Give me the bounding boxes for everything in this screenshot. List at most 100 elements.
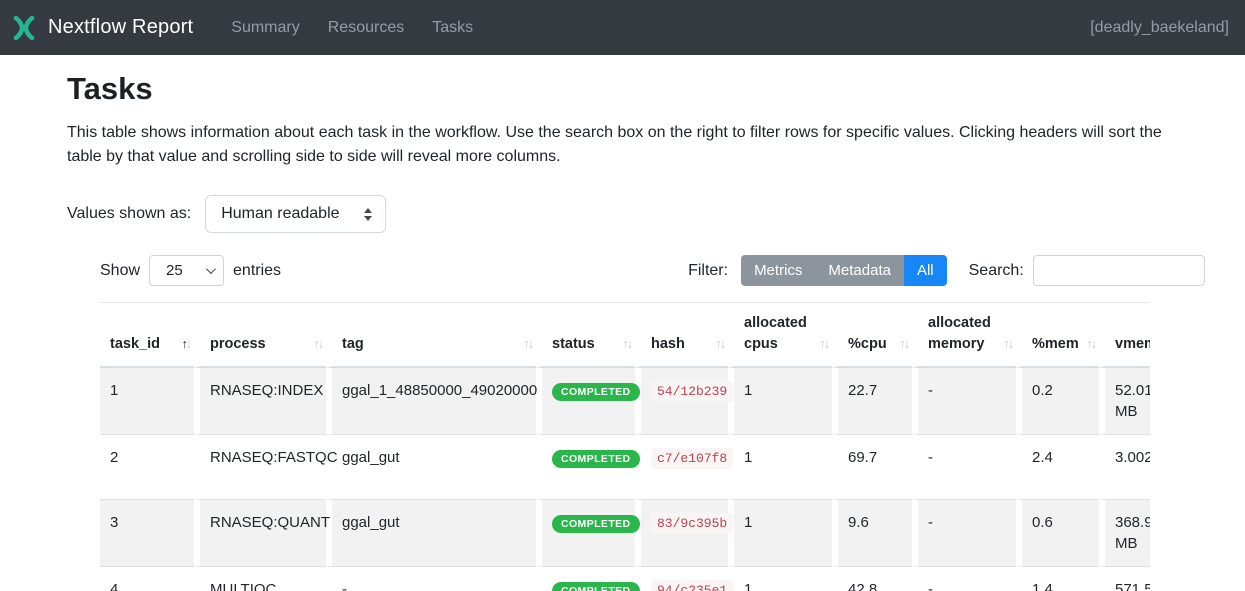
cell-pmem: 1.4 [1016, 567, 1099, 591]
cell-value: 1 [744, 382, 752, 399]
navbar: Nextflow Report Summary Resources Tasks … [0, 0, 1245, 55]
cell-allocated_cpus: 1 [728, 567, 832, 591]
column-header-status[interactable]: status↑↓ [536, 303, 635, 368]
values-shown-select[interactable]: Human readable [205, 195, 386, 233]
table-row: 4MULTIQC-COMPLETED94/c235e1142.8-1.4571.… [100, 567, 1150, 591]
column-header-pcpu[interactable]: %cpu↑↓ [832, 303, 912, 368]
cell-value: 22.7 [848, 382, 877, 399]
nextflow-logo-icon [10, 15, 38, 41]
column-label: process [210, 336, 266, 352]
column-label: allocated memory [928, 315, 991, 352]
cell-pcpu: 69.7 [832, 435, 912, 500]
cell-value: 1 [110, 382, 118, 399]
cell-task_id: 3 [100, 500, 194, 567]
cell-pmem: 2.4 [1016, 435, 1099, 500]
column-label: task_id [110, 336, 160, 352]
cell-value: 9.6 [848, 514, 869, 531]
filter-button-metadata[interactable]: Metadata [815, 255, 904, 286]
column-header-vmem[interactable]: vmem↑↓ [1099, 303, 1150, 368]
cell-hash: 94/c235e1 [635, 567, 728, 591]
values-shown-label: Values shown as: [67, 205, 191, 223]
filter-button-metrics[interactable]: Metrics [741, 255, 815, 286]
cell-status: COMPLETED [536, 368, 635, 435]
page-length-select[interactable]: 25 [149, 255, 224, 286]
column-header-hash[interactable]: hash↑↓ [635, 303, 728, 368]
cell-value: 1 [744, 449, 752, 466]
filter-button-all[interactable]: All [904, 255, 947, 286]
cell-allocated_memory: - [912, 368, 1016, 435]
tasks-table-section: Show 25 entries Filter: Metrics Metadata… [67, 255, 1178, 591]
brand-title: Nextflow Report [48, 16, 193, 39]
cell-allocated_memory: - [912, 500, 1016, 567]
cell-task_id: 1 [100, 368, 194, 435]
cell-value: RNASEQ:FASTQC [210, 449, 338, 466]
cell-value: 69.7 [848, 449, 877, 466]
cell-value: - [342, 581, 347, 591]
cell-value: 1 [744, 581, 752, 591]
filter-button-group: Metrics Metadata All [741, 255, 947, 286]
column-header-pmem[interactable]: %mem↑↓ [1016, 303, 1099, 368]
cell-value: - [928, 449, 933, 466]
sort-icon: ↑↓ [182, 334, 191, 355]
cell-value: RNASEQ:INDEX [210, 382, 323, 399]
cell-status: COMPLETED [536, 567, 635, 591]
sort-icon: ↑↓ [524, 334, 533, 355]
column-label: hash [651, 336, 685, 352]
nav-link-tasks[interactable]: Tasks [420, 11, 485, 45]
cell-hash: 83/9c395b [635, 500, 728, 567]
tasks-table-container[interactable]: task_id↑↓process↑↓tag↑↓status↑↓hash↑↓all… [100, 302, 1150, 591]
table-controls: Show 25 entries Filter: Metrics Metadata… [100, 255, 1178, 286]
cell-vmem: 368.95 MB [1099, 500, 1150, 567]
cell-value: - [928, 581, 933, 591]
sort-icon: ↑↓ [1087, 334, 1096, 355]
hash-value: 83/9c395b [651, 513, 733, 534]
sort-icon: ↑↓ [820, 334, 829, 355]
table-row: 3RNASEQ:QUANTggal_gutCOMPLETED83/9c395b1… [100, 500, 1150, 567]
search-input[interactable] [1033, 255, 1205, 286]
column-header-allocated_memory[interactable]: allocated memory ↑↓ [912, 303, 1016, 368]
column-label: allocated cpus [744, 315, 807, 352]
cell-process: RNASEQ:QUANT [194, 500, 326, 567]
cell-value: ggal_1_48850000_49020000 [342, 382, 537, 399]
table-header-row: task_id↑↓process↑↓tag↑↓status↑↓hash↑↓all… [100, 303, 1150, 368]
cell-value: 571.58 MB [1115, 581, 1150, 591]
cell-value: RNASEQ:QUANT [210, 514, 330, 531]
filter-label: Filter: [688, 262, 728, 280]
cell-pmem: 0.2 [1016, 368, 1099, 435]
status-badge: COMPLETED [552, 582, 640, 591]
cell-allocated_cpus: 1 [728, 435, 832, 500]
cell-status: COMPLETED [536, 435, 635, 500]
cell-value: - [928, 382, 933, 399]
cell-value: 2 [110, 449, 118, 466]
values-shown-selected: Human readable [221, 205, 339, 223]
cell-hash: 54/12b239 [635, 368, 728, 435]
cell-process: RNASEQ:FASTQC [194, 435, 326, 500]
column-header-allocated_cpus[interactable]: allocated cpus ↑↓ [728, 303, 832, 368]
status-badge: COMPLETED [552, 450, 640, 468]
cell-tag: ggal_1_48850000_49020000 [326, 368, 536, 435]
cell-process: RNASEQ:INDEX [194, 368, 326, 435]
table-row: 1 RNASEQ:INDEX ggal_1_48850000_49020000COM… [100, 368, 1150, 435]
nav-link-summary[interactable]: Summary [219, 11, 311, 45]
cell-vmem: 52.016 MB [1099, 368, 1150, 435]
cell-value: 2.4 [1032, 449, 1053, 466]
hash-value: 54/12b239 [651, 381, 733, 402]
filter-control: Filter: Metrics Metadata All [688, 255, 947, 286]
cell-allocated_cpus: 1 [728, 368, 832, 435]
cell-pcpu: 42.8 [832, 567, 912, 591]
column-header-tag[interactable]: tag↑↓ [326, 303, 536, 368]
cell-pcpu: 22.7 [832, 368, 912, 435]
nav-link-resources[interactable]: Resources [316, 11, 416, 45]
sort-icon: ↑↓ [1004, 334, 1013, 355]
cell-allocated_memory: - [912, 567, 1016, 591]
cell-value: 0.6 [1032, 514, 1053, 531]
column-label: vmem [1115, 336, 1150, 352]
column-header-task_id[interactable]: task_id ↑↓ [100, 303, 194, 368]
column-label: status [552, 336, 595, 352]
cell-pcpu: 9.6 [832, 500, 912, 567]
cell-status: COMPLETED [536, 500, 635, 567]
brand[interactable]: Nextflow Report [10, 15, 193, 41]
tasks-table: task_id↑↓process↑↓tag↑↓status↑↓hash↑↓all… [100, 302, 1150, 591]
column-header-process[interactable]: process↑↓ [194, 303, 326, 368]
hash-value: c7/e107f8 [651, 448, 733, 469]
